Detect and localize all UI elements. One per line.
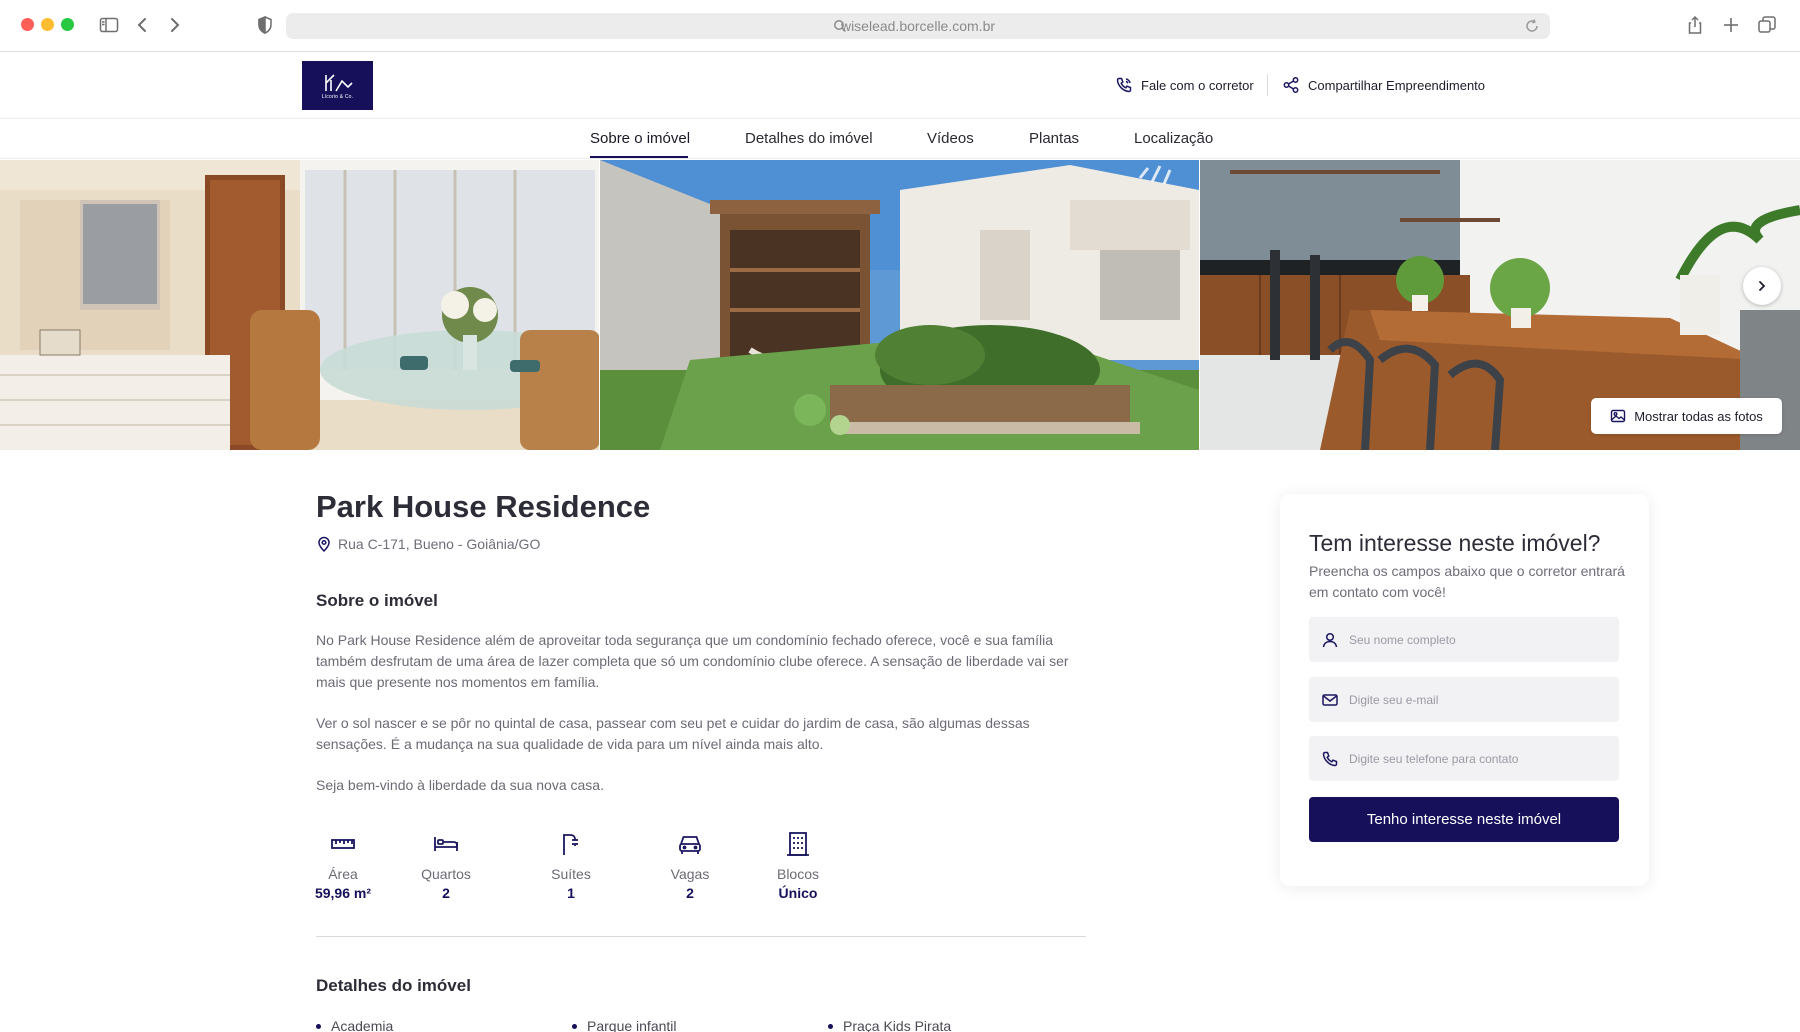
- tab-plantas[interactable]: Plantas: [1029, 130, 1079, 147]
- back-icon[interactable]: [132, 14, 154, 36]
- about-paragraph-1: No Park House Residence além de aproveit…: [316, 632, 1069, 690]
- property-title: Park House Residence: [316, 489, 651, 524]
- contact-broker-label: Fale com o corretor: [1141, 77, 1254, 93]
- amenity-label: Academia: [331, 1018, 394, 1032]
- show-all-photos-label: Mostrar todas as fotos: [1634, 408, 1763, 424]
- feature-area: Área 59,96 m²: [303, 830, 383, 901]
- browser-toolbar: wiselead.borcelle.com.br: [0, 0, 1800, 52]
- image-icon: [1610, 409, 1626, 423]
- share-project-link[interactable]: Compartilhar Empreendimento: [1282, 76, 1485, 94]
- brand-logo[interactable]: Lícorio & Co.: [302, 61, 373, 110]
- feature-bedrooms-label: Quartos: [421, 866, 471, 882]
- amenity-label: Praça Kids Pirata: [843, 1018, 952, 1032]
- amenity-item: Academia: [316, 1018, 393, 1032]
- phone-field[interactable]: [1309, 736, 1619, 781]
- site-header: Lícorio & Co. Fale com o corretor Compar…: [0, 52, 1800, 119]
- header-divider: [1267, 74, 1268, 96]
- minimize-window-button[interactable]: [41, 18, 54, 31]
- feature-suites-label: Suítes: [551, 866, 591, 882]
- property-features: Área 59,96 m² Quartos 2 Suítes 1 Vagas 2…: [315, 830, 916, 910]
- tab-detalhes-do-imovel[interactable]: Detalhes do imóvel: [745, 130, 873, 147]
- feature-bedrooms-value: 2: [442, 885, 450, 901]
- feature-blocks-value: Único: [778, 885, 818, 901]
- phone-icon: [1322, 751, 1338, 766]
- feature-parking-value: 2: [686, 885, 694, 901]
- about-heading: Sobre o imóvel: [316, 591, 438, 610]
- forward-icon[interactable]: [163, 14, 185, 36]
- bed-icon: [434, 837, 458, 851]
- share-icon[interactable]: [1684, 14, 1706, 36]
- url-text: wiselead.borcelle.com.br: [840, 18, 996, 34]
- bullet-icon: [316, 1023, 321, 1029]
- gallery-photo-living-room[interactable]: [0, 160, 599, 450]
- user-icon: [1322, 632, 1338, 647]
- chevron-right-icon: [1759, 281, 1766, 291]
- feature-suites-value: 1: [567, 885, 575, 901]
- feature-blocks-label: Blocos: [776, 866, 820, 882]
- property-address: Rua C-171, Bueno - Goiânia/GO: [316, 536, 540, 552]
- close-window-button[interactable]: [21, 18, 34, 31]
- show-all-photos-button[interactable]: Mostrar todas as fotos: [1591, 398, 1782, 434]
- details-heading: Detalhes do imóvel: [316, 976, 471, 995]
- feature-parking: Vagas 2: [650, 830, 730, 901]
- tab-localizacao[interactable]: Localização: [1134, 130, 1213, 147]
- about-paragraph-3: Seja bem-vindo à liberdade da sua nova c…: [316, 777, 604, 793]
- contact-broker-link[interactable]: Fale com o corretor: [1115, 76, 1254, 94]
- email-input[interactable]: [1349, 692, 1609, 707]
- amenity-item: Parque infantil: [572, 1018, 677, 1032]
- amenity-item: Praça Kids Pirata: [828, 1018, 951, 1032]
- share-nodes-icon: [1283, 77, 1299, 93]
- name-field[interactable]: [1309, 617, 1619, 662]
- feature-parking-label: Vagas: [670, 866, 710, 882]
- location-pin-icon: [318, 536, 330, 552]
- feature-suites: Suítes 1: [531, 830, 611, 901]
- form-subtitle: Preencha os campos abaixo que o corretor…: [1309, 563, 1625, 600]
- name-input[interactable]: [1349, 632, 1609, 647]
- email-field[interactable]: [1309, 677, 1619, 722]
- active-tab-indicator: [590, 156, 688, 158]
- feature-area-value: 59,96 m²: [314, 885, 372, 901]
- amenity-label: Parque infantil: [587, 1018, 677, 1032]
- envelope-icon: [1322, 693, 1338, 706]
- amenities-list: Academia Parque infantil Praça Kids Pira…: [316, 1018, 1086, 1032]
- reload-icon[interactable]: [1524, 18, 1540, 34]
- tab-videos[interactable]: Vídeos: [927, 130, 974, 147]
- share-project-label: Compartilhar Empreendimento: [1308, 77, 1486, 93]
- logo-mark-icon: [324, 74, 353, 92]
- interest-form-card: Tem interesse neste imóvel? Preencha os …: [1280, 494, 1649, 886]
- bullet-icon: [828, 1023, 833, 1029]
- tab-overview-icon[interactable]: [1756, 14, 1778, 36]
- privacy-shield-icon[interactable]: [254, 14, 276, 36]
- section-nav: Sobre o imóvel Detalhes do imóvel Vídeos…: [0, 119, 1800, 159]
- logo-text: Lícorio & Co.: [321, 94, 354, 100]
- section-divider: [316, 936, 1086, 937]
- new-tab-icon[interactable]: [1720, 14, 1742, 36]
- bullet-icon: [572, 1023, 577, 1029]
- feature-area-label: Área: [328, 866, 358, 882]
- phone-input[interactable]: [1349, 751, 1609, 766]
- phone-icon: [1116, 77, 1132, 93]
- gallery-photo-garden[interactable]: [600, 160, 1199, 450]
- shower-icon: [563, 834, 578, 855]
- ruler-icon: [331, 839, 355, 849]
- maximize-window-button[interactable]: [61, 18, 74, 31]
- about-paragraph-2: Ver o sol nascer e se pôr no quintal de …: [316, 715, 1030, 752]
- sidebar-toggle-icon[interactable]: [98, 14, 120, 36]
- car-icon: [679, 836, 701, 854]
- submit-interest-button[interactable]: Tenho interesse neste imóvel: [1309, 797, 1619, 842]
- gallery-next-button[interactable]: [1743, 267, 1781, 305]
- tab-sobre-o-imovel[interactable]: Sobre o imóvel: [590, 130, 690, 147]
- address-bar[interactable]: wiselead.borcelle.com.br: [286, 13, 1550, 39]
- property-address-text: Rua C-171, Bueno - Goiânia/GO: [338, 536, 541, 552]
- building-icon: [787, 832, 809, 856]
- photo-gallery: Mostrar todas as fotos: [0, 160, 1800, 450]
- feature-blocks: Blocos Único: [758, 830, 838, 901]
- form-title: Tem interesse neste imóvel?: [1309, 530, 1601, 556]
- feature-bedrooms: Quartos 2: [406, 830, 486, 901]
